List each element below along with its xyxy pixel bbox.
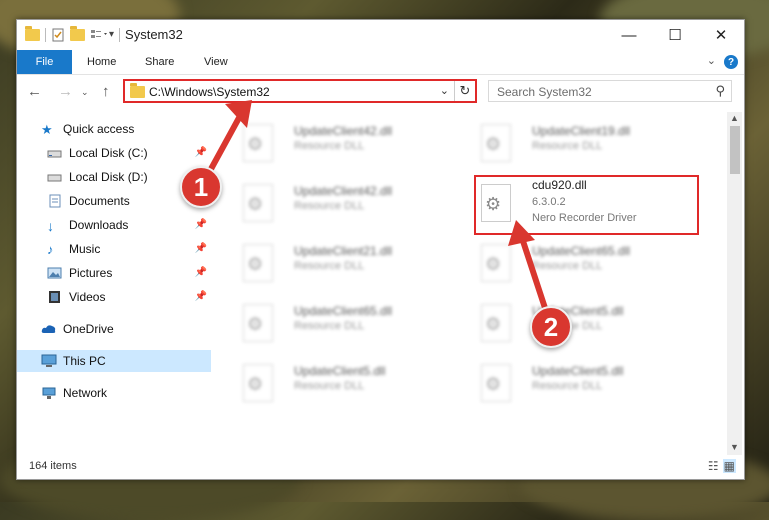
step-badge-2: 2 — [530, 306, 572, 348]
arrow-2-head — [508, 220, 535, 246]
arrow-2 — [519, 235, 548, 311]
annotation-arrows — [202, 100, 548, 311]
step-badge-1: 1 — [180, 166, 222, 208]
